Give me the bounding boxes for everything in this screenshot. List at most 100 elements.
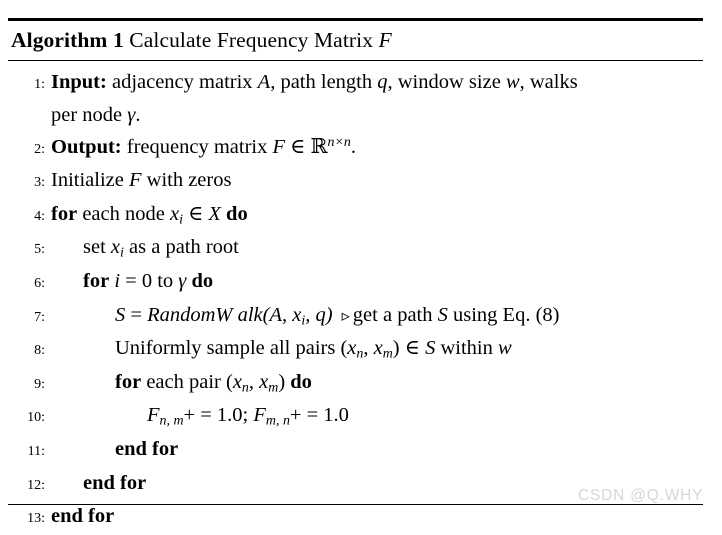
algorithm-title-text: Calculate Frequency Matrix (129, 28, 374, 52)
math-var: S (437, 303, 448, 326)
line-content: Fn, m+ = 1.0; Fm, n+ = 1.0 (50, 400, 703, 431)
line-text: . (135, 104, 141, 127)
algorithm-line: 1: Input: adjacency matrix A, path lengt… (8, 67, 703, 101)
line-content: S = RandomW alk(A, xi, q) ▹ get a path S u… (50, 300, 703, 332)
line-text: frequency matrix (126, 135, 268, 158)
math-var: F (272, 135, 286, 158)
algorithm-block: Algorithm 1 Calculate Frequency Matrix F… (8, 18, 703, 535)
arg-separator: , (305, 303, 311, 326)
algorithm-title-number: 1 (112, 28, 124, 52)
math-subscript: m, n (265, 414, 290, 430)
math-var: A (257, 70, 271, 93)
math-var: F (147, 404, 160, 427)
line-content: Input: adjacency matrix A, path length q… (50, 67, 703, 98)
line-number: 10: (27, 410, 45, 426)
paren-close: ) (325, 303, 333, 326)
math-var: A (269, 303, 282, 326)
line-number: 5: (34, 242, 45, 258)
line-text: with zeros (146, 169, 232, 192)
line-text: , path length (270, 70, 373, 93)
arg-separator: , (282, 303, 288, 326)
assignment-operator: = (130, 303, 142, 326)
math-var: q (315, 303, 326, 326)
increment-expression: + = 1.0 (289, 404, 349, 427)
real-field-symbol: ℝ (310, 133, 328, 158)
line-text: , window size (387, 70, 501, 93)
line-text: each pair ( (146, 370, 233, 393)
math-var: w (505, 70, 520, 93)
do-keyword: do (226, 202, 248, 225)
algorithm-title-keyword: Algorithm (11, 28, 108, 52)
math-var: x (232, 370, 242, 393)
line-text: set (83, 236, 106, 259)
function-name: RandomW alk (147, 303, 263, 326)
line-text: adjacency matrix (111, 70, 253, 93)
math-var: F (253, 404, 266, 427)
line-text: , walks (519, 70, 578, 93)
line-content: for i = 0 to γ do (50, 266, 703, 297)
line-content: end for (50, 501, 703, 532)
for-keyword: for (115, 370, 142, 393)
line-number: 4: (34, 208, 45, 224)
line-content: for each pair (xn, xm) do (50, 367, 703, 398)
math-var: x (259, 370, 269, 393)
line-content: for each node xi ∈ X do (50, 199, 703, 230)
line-text: per node (51, 104, 123, 127)
math-var: X (208, 202, 221, 225)
algorithm-line: 10: Fn, m+ = 1.0; Fm, n+ = 1.0 (8, 400, 703, 434)
math-subscript: m (268, 380, 279, 396)
line-content: set xi as a path root (50, 232, 703, 263)
math-var: S (115, 303, 126, 326)
line-text: as a path root (129, 236, 239, 259)
math-var: S (425, 337, 436, 360)
do-keyword: do (290, 370, 312, 393)
algorithm-line: 3: Initialize F with zeros (8, 165, 703, 199)
algorithm-title: Algorithm 1 Calculate Frequency Matrix F (8, 21, 703, 60)
algorithm-line: 13: end for (8, 501, 703, 535)
math-var: γ (178, 270, 187, 293)
algorithm-line: 2: Output: frequency matrix F ∈ ℝn×n. (8, 131, 703, 166)
matrix-dimensions: n×n (327, 134, 351, 150)
line-text: each node (82, 202, 165, 225)
line-number: 13: (27, 511, 45, 527)
algorithm-line-continuation: per node γ. (50, 100, 703, 131)
increment-expression: + = 1.0; (183, 404, 249, 427)
line-number: 8: (34, 343, 45, 359)
line-number: 11: (27, 444, 45, 460)
line-number: 6: (34, 276, 45, 292)
line-text: , (248, 370, 255, 393)
math-subscript: n (241, 380, 249, 396)
end-for-keyword: end for (51, 505, 115, 528)
line-text: = 0 to (125, 270, 174, 293)
math-var: F (128, 169, 142, 192)
math-subscript: i (179, 212, 183, 228)
for-keyword: for (51, 202, 78, 225)
line-number: 3: (34, 175, 45, 191)
math-var: x (169, 202, 180, 225)
output-label: Output: (51, 135, 122, 158)
for-keyword: for (83, 270, 110, 293)
line-text: . (350, 135, 356, 158)
algorithm-line: 5: set xi as a path root (8, 232, 703, 266)
line-content: end for (50, 434, 703, 465)
line-text: , (363, 337, 369, 360)
math-var: w (497, 337, 512, 360)
algorithm-line: 11: end for (8, 434, 703, 468)
comment-triangle-icon: ▹ (341, 305, 350, 325)
do-keyword: do (191, 270, 214, 293)
math-subscript: m (382, 346, 393, 362)
algorithm-line: 6: for i = 0 to γ do (8, 266, 703, 300)
line-content: Uniformly sample all pairs (xn, xm) ∈ S … (50, 333, 703, 364)
line-number: 2: (34, 141, 45, 157)
algorithm-line: 8: Uniformly sample all pairs (xn, xm) ∈… (8, 333, 703, 367)
set-membership-symbol: ∈ (290, 135, 306, 158)
math-var: i (114, 270, 121, 293)
algorithm-line: 7: S = RandomW alk(A, xi, q) ▹ get a path … (8, 300, 703, 334)
line-number: 1: (34, 76, 45, 92)
end-for-keyword: end for (115, 438, 179, 461)
line-text: Uniformly sample all pairs ( (115, 337, 348, 360)
line-text: ) ∈ (392, 337, 420, 360)
line-number: 7: (34, 309, 45, 325)
line-content: Output: frequency matrix F ∈ ℝn×n. (50, 131, 703, 163)
math-var: q (377, 70, 388, 93)
